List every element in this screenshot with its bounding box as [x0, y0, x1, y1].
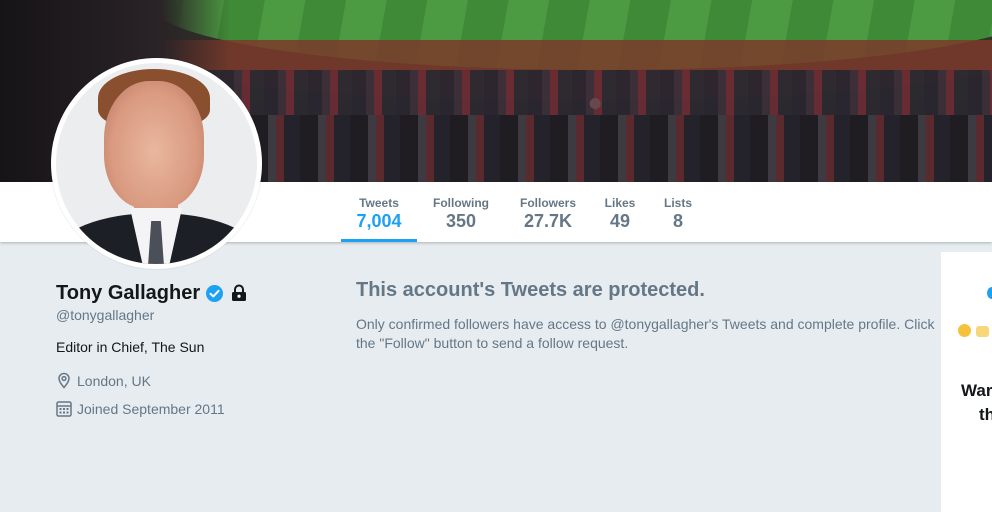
profile-location-text: London, UK: [77, 372, 151, 389]
nav-lists-count: 8: [672, 211, 683, 231]
calendar-icon: [56, 401, 72, 417]
nav-tweets-count: 7,004: [356, 211, 402, 231]
emoji-icon: [976, 326, 989, 337]
nav-lists-label: Lists: [663, 196, 692, 210]
profile-name[interactable]: Tony Gallagher: [56, 282, 200, 305]
profile-location: London, UK: [56, 372, 151, 389]
protected-description: Only confirmed followers have access to …: [356, 316, 935, 351]
nav-likes-count: 49: [609, 211, 631, 231]
location-pin-icon: [58, 372, 70, 389]
nav-following-label: Following: [433, 196, 489, 210]
nav-lists[interactable]: Lists 8: [658, 182, 698, 242]
avatar-face: [104, 81, 204, 209]
nav-tweets[interactable]: Tweets 7,004: [341, 182, 417, 242]
nav-following[interactable]: Following 350: [426, 182, 496, 242]
nav-followers-count: 27.7K: [523, 211, 573, 231]
nav-followers-label: Followers: [519, 196, 576, 210]
nav-following-count: 350: [445, 211, 477, 231]
avatar-photo: [56, 63, 257, 264]
avatar[interactable]: [51, 58, 262, 269]
emoji-icon: [958, 324, 971, 337]
card-illustration-icon: [987, 287, 992, 299]
profile-joined: Joined September 2011: [56, 400, 225, 417]
right-sidebar-card: War th: [941, 252, 992, 512]
profile-bio: Editor in Chief, The Sun: [56, 339, 205, 355]
nav-likes[interactable]: Likes 49: [598, 182, 642, 242]
card-heading-line2: th: [979, 405, 992, 424]
nav-tweets-label: Tweets: [359, 196, 399, 210]
profile-joined-text: Joined September 2011: [77, 400, 225, 417]
nav-likes-label: Likes: [604, 196, 636, 210]
lock-icon: [230, 284, 248, 302]
profile-handle[interactable]: @tonygallagher: [56, 307, 154, 323]
nav-followers[interactable]: Followers 27.7K: [513, 182, 583, 242]
protected-title: This account's Tweets are protected.: [356, 279, 705, 301]
verified-badge-icon: [206, 285, 223, 302]
card-heading-line1: War: [961, 381, 992, 400]
